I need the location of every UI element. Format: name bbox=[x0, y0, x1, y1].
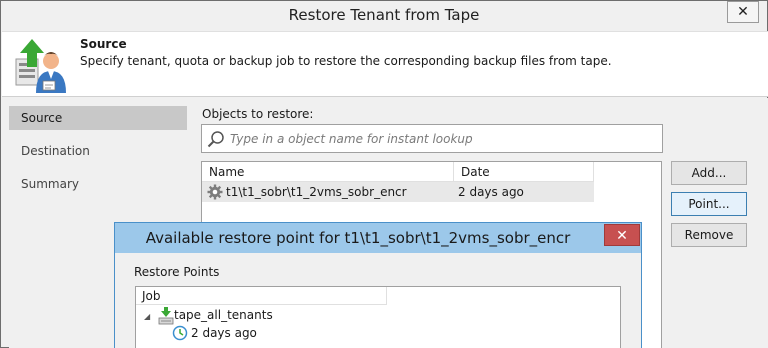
tree-item-restore-point[interactable]: 2 days ago bbox=[191, 326, 257, 340]
point-button[interactable]: Point... bbox=[671, 192, 747, 216]
dialog-body: Restore Points Job ◢ tape_all_tenants 2 … bbox=[115, 253, 641, 348]
objects-to-restore-label: Objects to restore: bbox=[202, 107, 314, 121]
add-button[interactable]: Add... bbox=[671, 161, 747, 185]
column-header-name[interactable]: Name bbox=[202, 162, 454, 182]
search-input[interactable] bbox=[230, 130, 650, 148]
wizard-header: Source Specify tenant, quota or backup j… bbox=[2, 31, 768, 97]
table-row[interactable]: t1\t1_sobr\t1_2vms_sobr_encr 2 days ago bbox=[202, 182, 594, 202]
row-name: t1\t1_sobr\t1_2vms_sobr_encr bbox=[226, 185, 407, 199]
tree-expander-icon[interactable]: ◢ bbox=[144, 313, 152, 321]
restore-points-tree: Job ◢ tape_all_tenants 2 days ago bbox=[135, 286, 621, 348]
clock-icon bbox=[172, 325, 188, 341]
restore-point-dialog: Available restore point for t1\t1_sobr\t… bbox=[114, 222, 642, 348]
step-title: Source bbox=[80, 37, 127, 51]
tape-job-icon bbox=[158, 307, 174, 325]
search-icon bbox=[207, 131, 224, 148]
sidebar-item-destination[interactable]: Destination bbox=[9, 139, 187, 163]
sidebar-item-source[interactable]: Source bbox=[9, 106, 187, 130]
dialog-title-bar: Available restore point for t1\t1_sobr\t… bbox=[115, 223, 641, 253]
restore-wizard-icon bbox=[15, 39, 66, 93]
search-box[interactable] bbox=[201, 124, 663, 153]
row-date: 2 days ago bbox=[458, 185, 524, 199]
restore-points-label: Restore Points bbox=[134, 265, 220, 279]
column-header-date[interactable]: Date bbox=[454, 162, 594, 182]
gear-icon bbox=[207, 184, 223, 200]
dialog-title: Available restore point for t1\t1_sobr\t… bbox=[145, 229, 571, 247]
window-title-bar: Restore Tenant from Tape ✕ bbox=[1, 1, 767, 31]
remove-button[interactable]: Remove bbox=[671, 223, 747, 247]
dialog-close-button[interactable]: ✕ bbox=[604, 224, 640, 246]
tree-item-job[interactable]: tape_all_tenants bbox=[174, 308, 273, 322]
sidebar-item-summary[interactable]: Summary bbox=[9, 172, 187, 196]
step-description: Specify tenant, quota or backup job to r… bbox=[80, 54, 612, 68]
window-close-button[interactable]: ✕ bbox=[727, 1, 759, 23]
window-title: Restore Tenant from Tape bbox=[288, 6, 480, 24]
restore-tenant-window: Restore Tenant from Tape ✕ Source Specif… bbox=[0, 0, 768, 348]
column-header-job[interactable]: Job bbox=[136, 287, 387, 305]
